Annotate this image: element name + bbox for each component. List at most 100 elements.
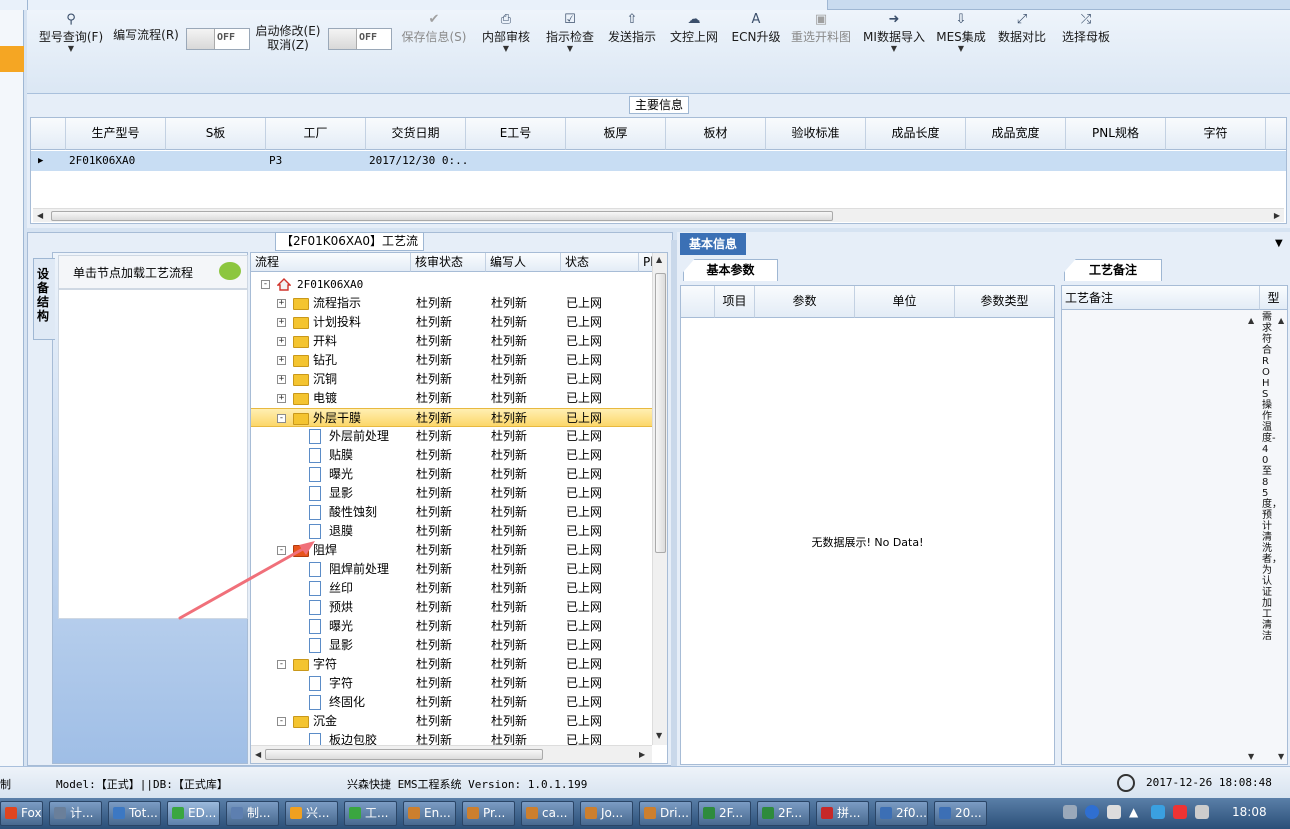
column-header[interactable]: 参数类型 bbox=[955, 286, 1054, 318]
taskbar-item[interactable]: ED... bbox=[167, 801, 220, 826]
tree-node[interactable]: + 沉铜 杜列新 杜列新 已上网 bbox=[251, 370, 653, 389]
scroll-up-icon[interactable]: ▲ bbox=[656, 255, 662, 264]
tree-node[interactable]: 终固化 杜列新 杜列新 已上网 bbox=[251, 693, 653, 712]
taskbar-item[interactable]: 工... bbox=[344, 801, 397, 826]
scroll-left-icon[interactable]: ◀ bbox=[255, 750, 261, 759]
scroll-left-icon[interactable]: ◀ bbox=[37, 211, 43, 220]
scroll-right-icon[interactable]: ▶ bbox=[639, 750, 645, 759]
tree-node[interactable]: 显影 杜列新 杜列新 已上网 bbox=[251, 484, 653, 503]
vertical-scrollbar[interactable]: ▲ ▼ bbox=[652, 253, 667, 745]
column-header[interactable]: 项目 bbox=[715, 286, 755, 318]
taskbar-clock[interactable]: 18:08 bbox=[1232, 805, 1267, 819]
mes-integration-button[interactable]: ⇩ MES集成 ▼ bbox=[933, 10, 989, 70]
taskbar-item[interactable]: 计... bbox=[49, 801, 102, 826]
tab-process-remarks[interactable]: 工艺备注 bbox=[1064, 259, 1162, 281]
tree-node[interactable]: 显影 杜列新 杜列新 已上网 bbox=[251, 636, 653, 655]
tree-root-node[interactable]: - 2F01K06XA0 bbox=[251, 275, 653, 294]
column-header[interactable]: PNL规格 bbox=[1066, 118, 1166, 150]
column-header[interactable]: 板厚 bbox=[566, 118, 666, 150]
data-compare-button[interactable]: ⤢ 数据对比 bbox=[993, 10, 1051, 70]
tab-equipment-structure[interactable]: 设备结构 bbox=[33, 258, 55, 340]
reselect-cutting-chart-button[interactable]: ▣ 重选开料图 bbox=[787, 10, 855, 70]
scrollbar-thumb[interactable] bbox=[265, 749, 543, 760]
taskbar-item[interactable]: ca... bbox=[521, 801, 574, 826]
taskbar-item[interactable]: Fox... bbox=[0, 801, 43, 826]
column-header[interactable]: 生产型号 bbox=[66, 118, 166, 150]
column-header[interactable]: 核审状态 bbox=[411, 253, 486, 272]
scrollbar-thumb[interactable] bbox=[51, 211, 833, 221]
tree-node[interactable]: + 流程指示 杜列新 杜列新 已上网 bbox=[251, 294, 653, 313]
tab-basic-info[interactable]: 基本信息 bbox=[680, 233, 746, 255]
taskbar-item[interactable]: 兴... bbox=[285, 801, 338, 826]
column-header[interactable]: 交货日期 bbox=[366, 118, 466, 150]
tree-node[interactable]: - 外层干膜 杜列新 杜列新 已上网 bbox=[251, 408, 653, 427]
column-header[interactable]: 成品宽度 bbox=[966, 118, 1066, 150]
ecn-upgrade-button[interactable]: A ECN升级 bbox=[727, 10, 785, 70]
app-tray-icon-2[interactable] bbox=[1173, 805, 1187, 819]
tree-node[interactable]: + 电镀 杜列新 杜列新 已上网 bbox=[251, 389, 653, 408]
send-instruction-button[interactable]: ⇧ 发送指示 bbox=[603, 10, 661, 70]
expand-icon[interactable]: + bbox=[277, 356, 286, 365]
column-header[interactable]: E工号 bbox=[466, 118, 566, 150]
taskbar-item[interactable]: En... bbox=[403, 801, 456, 826]
collapse-icon[interactable]: - bbox=[277, 660, 286, 669]
taskbar-item[interactable]: Pr... bbox=[462, 801, 515, 826]
tree-node[interactable]: + 开料 杜列新 杜列新 已上网 bbox=[251, 332, 653, 351]
taskbar-item[interactable]: 20... bbox=[934, 801, 987, 826]
keyboard-icon[interactable] bbox=[1063, 805, 1077, 819]
write-process-toggle[interactable]: OFF bbox=[186, 28, 250, 50]
tree-node[interactable]: 酸性蚀刻 杜列新 杜列新 已上网 bbox=[251, 503, 653, 522]
select-mother-board-button[interactable]: ⤮ 选择母板 bbox=[1057, 10, 1115, 70]
left-nav-selected-item[interactable] bbox=[0, 46, 24, 72]
scroll-up-icon[interactable]: ▲ bbox=[1248, 316, 1254, 325]
expand-icon[interactable]: + bbox=[277, 318, 286, 327]
scroll-down-icon[interactable]: ▼ bbox=[1248, 752, 1254, 761]
load-process-tip[interactable]: 单击节点加载工艺流程 bbox=[58, 255, 248, 289]
taskbar-item[interactable]: 制... bbox=[226, 801, 279, 826]
taskbar-item[interactable]: 拼... bbox=[816, 801, 869, 826]
column-header[interactable]: 型 bbox=[1260, 286, 1287, 310]
write-process-button[interactable]: 编写流程(R) bbox=[111, 28, 181, 88]
column-header[interactable]: 验收标准 bbox=[766, 118, 866, 150]
horizontal-scrollbar[interactable]: ◀ ▶ bbox=[33, 208, 1284, 222]
start-modify-button[interactable]: 启动修改(E) 取消(Z) bbox=[253, 24, 323, 84]
table-cell[interactable]: 2017/12/30 0:... bbox=[366, 151, 466, 171]
taskbar-item[interactable]: Tot... bbox=[108, 801, 161, 826]
column-header[interactable]: 单位 bbox=[855, 286, 955, 318]
column-header[interactable]: 参数 bbox=[755, 286, 855, 318]
save-info-button[interactable]: ✔ 保存信息(S) bbox=[399, 10, 469, 70]
tray-expand-icon[interactable]: ▲ bbox=[1129, 805, 1143, 819]
tree-node[interactable]: 贴膜 杜列新 杜列新 已上网 bbox=[251, 446, 653, 465]
scroll-down-icon[interactable]: ▼ bbox=[656, 731, 662, 740]
column-header[interactable]: 工艺备注 bbox=[1062, 286, 1260, 310]
tree-node[interactable]: 外层前处理 杜列新 杜列新 已上网 bbox=[251, 427, 653, 446]
scroll-right-icon[interactable]: ▶ bbox=[1274, 211, 1280, 220]
tree-node[interactable]: 字符 杜列新 杜列新 已上网 bbox=[251, 674, 653, 693]
taskbar-item[interactable]: 2f0... bbox=[875, 801, 928, 826]
taskbar-item[interactable]: 2F... bbox=[698, 801, 751, 826]
column-header[interactable]: 字符 bbox=[1166, 118, 1266, 150]
scroll-down-icon[interactable]: ▼ bbox=[1278, 752, 1284, 761]
expand-icon[interactable]: + bbox=[277, 299, 286, 308]
collapse-icon[interactable]: - bbox=[261, 280, 270, 289]
instruction-check-button[interactable]: ☑ 指示检查 ▼ bbox=[541, 10, 599, 70]
tree-node[interactable]: - 字符 杜列新 杜列新 已上网 bbox=[251, 655, 653, 674]
taskbar-item[interactable]: 2F... bbox=[757, 801, 810, 826]
expand-icon[interactable]: + bbox=[277, 375, 286, 384]
horizontal-scrollbar[interactable]: ◀ ▶ bbox=[251, 745, 652, 763]
network-icon[interactable] bbox=[1107, 805, 1121, 819]
mi-data-import-button[interactable]: ➜ MI数据导入 ▼ bbox=[861, 10, 927, 70]
expand-icon[interactable]: + bbox=[277, 337, 286, 346]
table-cell[interactable] bbox=[166, 151, 266, 171]
help-icon[interactable] bbox=[1085, 805, 1099, 819]
collapse-icon[interactable]: - bbox=[277, 717, 286, 726]
grid-corner[interactable] bbox=[31, 118, 66, 150]
expand-icon[interactable]: + bbox=[277, 394, 286, 403]
internal-audit-button[interactable]: ⎙ 内部审核 ▼ bbox=[477, 10, 535, 70]
model-query-button[interactable]: ⚲ 型号查询(F) ▼ bbox=[35, 10, 107, 70]
taskbar-item[interactable]: Jo... bbox=[580, 801, 633, 826]
taskbar-item[interactable]: Dri... bbox=[639, 801, 692, 826]
collapse-icon[interactable]: - bbox=[277, 414, 286, 423]
scroll-up-icon[interactable]: ▲ bbox=[1278, 316, 1284, 325]
modify-toggle[interactable]: OFF bbox=[328, 28, 392, 50]
